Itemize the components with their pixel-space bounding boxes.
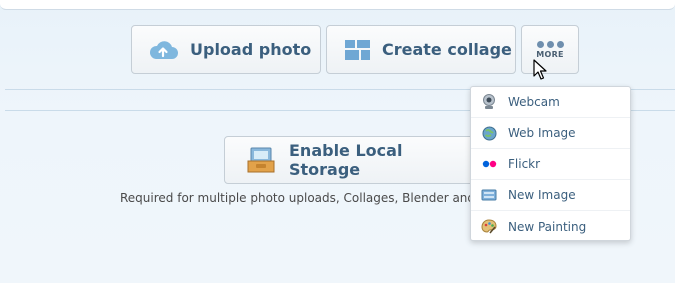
more-dropdown-menu: Webcam Web Image Flickr New Image New Pa… <box>470 86 631 241</box>
collage-grid-icon <box>345 39 370 60</box>
storage-requirement-note: Required for multiple photo uploads, Col… <box>120 191 476 205</box>
cloud-upload-icon <box>148 40 178 60</box>
menu-item-webcam-label: Webcam <box>508 95 560 109</box>
menu-item-flickr[interactable]: Flickr <box>471 149 630 180</box>
menu-item-new-image[interactable]: New Image <box>471 180 630 211</box>
menu-item-new-painting-label: New Painting <box>508 219 587 234</box>
menu-item-new-painting[interactable]: New Painting <box>471 211 630 242</box>
menu-item-web-image[interactable]: Web Image <box>471 118 630 149</box>
menu-item-web-image-label: Web Image <box>508 126 576 140</box>
more-label: MORE <box>536 49 564 59</box>
flickr-icon <box>481 156 497 172</box>
palette-icon <box>481 219 497 235</box>
upload-photo-button[interactable]: Upload photo <box>131 25 321 74</box>
top-bar <box>0 0 675 10</box>
create-collage-label: Create collage <box>382 40 512 59</box>
create-collage-button[interactable]: Create collage <box>326 25 516 74</box>
enable-local-storage-label: Enable Local Storage <box>289 141 403 179</box>
menu-item-flickr-label: Flickr <box>508 157 541 171</box>
webcam-icon <box>481 94 497 110</box>
storage-drawer-icon <box>247 147 275 173</box>
upload-photo-label: Upload photo <box>190 40 312 59</box>
menu-item-webcam[interactable]: Webcam <box>471 87 630 118</box>
enable-local-storage-button[interactable]: Enable Local Storage <box>224 136 474 184</box>
menu-item-new-image-label: New Image <box>508 188 576 202</box>
new-image-icon <box>481 187 497 203</box>
globe-icon <box>481 125 497 141</box>
more-button[interactable]: MORE <box>521 25 579 74</box>
mouse-pointer-icon <box>533 59 547 81</box>
more-dots-icon <box>536 40 564 48</box>
